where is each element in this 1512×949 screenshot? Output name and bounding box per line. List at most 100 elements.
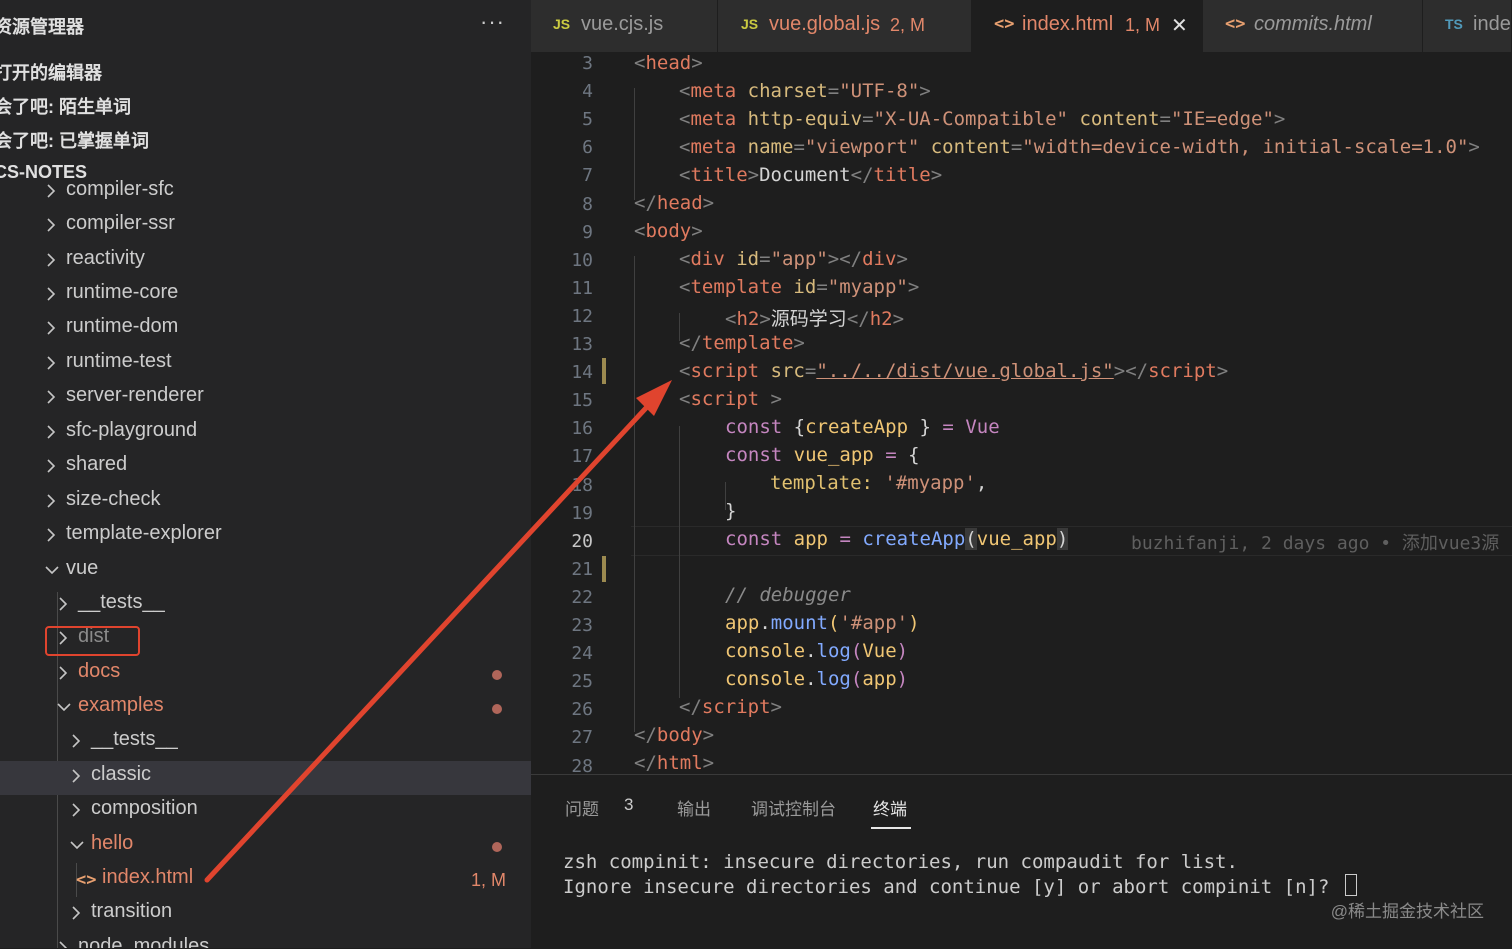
line-number: 3 bbox=[582, 53, 593, 74]
code-line: </html> bbox=[634, 752, 715, 774]
chevron-down-icon bbox=[69, 835, 84, 855]
explorer-sidebar: 资源管理器 ··· 打开的编辑器 会了吧: 陌生单词 会了吧: 已掌握单词 CS… bbox=[0, 0, 531, 948]
tree-item-label: template-explorer bbox=[66, 522, 222, 544]
line-number: 12 bbox=[571, 305, 593, 327]
tree-item-label: __tests__ bbox=[78, 591, 165, 613]
tree-item-size-check[interactable]: size-check bbox=[0, 486, 531, 520]
line-number: 13 bbox=[571, 334, 593, 355]
tab-label: index.html bbox=[1022, 13, 1114, 35]
dist-highlight-box bbox=[45, 626, 140, 656]
panel-tab-problems[interactable]: 问题 bbox=[565, 795, 599, 820]
code-line: <meta name="viewport" content="width=dev… bbox=[679, 136, 1480, 158]
tree-item-label: vue bbox=[66, 557, 99, 579]
line-number: 10 bbox=[571, 249, 593, 271]
tab-commits-html[interactable]: <> commits.html bbox=[1203, 0, 1423, 52]
code-line: template: '#myapp', bbox=[770, 472, 988, 494]
line-number: 24 bbox=[571, 643, 593, 665]
panel-tab-debug-console[interactable]: 调试控制台 bbox=[751, 795, 836, 820]
tree-item-runtime-core[interactable]: runtime-core bbox=[0, 279, 531, 313]
section-unknown-words[interactable]: 会了吧: 陌生单词 bbox=[0, 93, 131, 119]
tab-index-html[interactable]: <> index.html 1, M ✕ bbox=[972, 0, 1203, 52]
tab-label: vue.global.js bbox=[769, 13, 881, 35]
tree-item-runtime-test[interactable]: runtime-test bbox=[0, 348, 531, 382]
tree-item-label: docs bbox=[78, 660, 121, 682]
tab-index-ts[interactable]: TS inde bbox=[1423, 0, 1512, 52]
tree-item-sfc-playground[interactable]: sfc-playground bbox=[0, 417, 531, 451]
tab-vue-cjs[interactable]: JS vue.cjs.js bbox=[531, 0, 718, 52]
tree-item-server-renderer[interactable]: server-renderer bbox=[0, 382, 531, 416]
active-tab-indicator bbox=[871, 827, 911, 829]
line-number: 6 bbox=[582, 137, 593, 159]
tab-label: vue.cjs.js bbox=[581, 13, 664, 35]
code-line: } bbox=[725, 500, 737, 522]
chevron-right-icon bbox=[44, 491, 58, 511]
terminal-line[interactable]: Ignore insecure directories and continue… bbox=[563, 874, 1357, 898]
tree-item-transition[interactable]: transition bbox=[0, 898, 531, 932]
tree-item-composition[interactable]: composition bbox=[0, 795, 531, 829]
code-line: app.mount('#app') bbox=[725, 612, 920, 634]
html-file-icon: <> bbox=[994, 14, 1015, 34]
tree-item-hello[interactable]: hello bbox=[0, 830, 531, 864]
modified-dot-icon bbox=[492, 842, 502, 852]
line-number: 18 bbox=[571, 474, 593, 496]
close-icon[interactable]: ✕ bbox=[1171, 13, 1188, 38]
tree-item-examples[interactable]: examples bbox=[0, 692, 531, 726]
js-file-icon: JS bbox=[553, 16, 571, 32]
chevron-right-icon bbox=[56, 663, 70, 683]
tree-item-tests[interactable]: __tests__ bbox=[0, 726, 531, 760]
line-number: 17 bbox=[571, 446, 593, 468]
tree-item-shared[interactable]: shared bbox=[0, 451, 531, 485]
modified-dot-icon bbox=[492, 704, 502, 714]
tree-item-docs[interactable]: docs bbox=[0, 658, 531, 692]
tab-badge: 1, M bbox=[1125, 15, 1161, 35]
terminal-cursor bbox=[1344, 874, 1357, 896]
line-number: 26 bbox=[571, 699, 593, 721]
line-number: 14 bbox=[571, 362, 593, 384]
tab-vue-global[interactable]: JS vue.global.js 2, M bbox=[718, 0, 972, 52]
tree-item-label: examples bbox=[78, 694, 164, 716]
chevron-right-icon bbox=[44, 422, 58, 442]
tree-item-label: reactivity bbox=[66, 247, 145, 269]
tree-item-classic[interactable]: classic bbox=[0, 761, 531, 795]
tree-item-label: size-check bbox=[66, 488, 161, 510]
line-number: 8 bbox=[582, 193, 593, 215]
tree-item-tests[interactable]: __tests__ bbox=[0, 589, 531, 623]
code-editor[interactable]: 3 4 5 6 7 8 9 10 11 12 13 14 15 16 17 18 19 20 21 22 23 24 25 2… bbox=[531, 52, 1512, 774]
tree-item-index-html[interactable]: <> index.html 1, M bbox=[0, 864, 531, 898]
line-number: 5 bbox=[582, 109, 593, 131]
line-number: 7 bbox=[582, 165, 593, 187]
code-line: console.log(Vue) bbox=[725, 640, 909, 662]
line-number: 20 bbox=[571, 530, 593, 552]
tree-item-vue[interactable]: vue bbox=[0, 555, 531, 589]
tree-item-node-modules[interactable]: node_modules bbox=[0, 933, 531, 948]
tree-item-template-explorer[interactable]: template-explorer bbox=[0, 520, 531, 554]
tree-item-label: shared bbox=[66, 453, 128, 475]
explorer-title: 资源管理器 bbox=[0, 17, 84, 37]
tree-item-label: classic bbox=[91, 763, 152, 785]
more-actions-icon[interactable]: ··· bbox=[480, 9, 505, 35]
indent-guide bbox=[634, 256, 635, 732]
section-open-editors[interactable]: 打开的编辑器 bbox=[0, 59, 102, 85]
chevron-down-icon bbox=[44, 560, 59, 580]
section-known-words[interactable]: 会了吧: 已掌握单词 bbox=[0, 127, 149, 153]
tree-item-label: node_modules bbox=[78, 935, 210, 948]
panel-tab-output[interactable]: 输出 bbox=[677, 795, 711, 820]
watermark: @稀土掘金技术社区 bbox=[1330, 902, 1484, 921]
tree-item-reactivity[interactable]: reactivity bbox=[0, 245, 531, 279]
js-file-icon: JS bbox=[741, 16, 759, 32]
script-src-link[interactable]: "../../dist/vue.global.js" bbox=[816, 360, 1113, 382]
chevron-right-icon bbox=[44, 250, 58, 270]
tree-item-compiler-ssr[interactable]: compiler-ssr bbox=[0, 210, 531, 244]
code-line: <template id="myapp"> bbox=[679, 276, 920, 298]
tab-badge: 2, M bbox=[890, 15, 926, 35]
code-line: <title>Document</title> bbox=[679, 164, 943, 186]
tree-item-label: runtime-dom bbox=[66, 315, 179, 337]
code-line: <script > bbox=[679, 388, 782, 410]
code-line: <head> bbox=[634, 52, 703, 74]
tree-item-runtime-dom[interactable]: runtime-dom bbox=[0, 313, 531, 347]
html-file-icon: <> bbox=[1225, 14, 1246, 34]
indent-guide bbox=[634, 88, 635, 200]
tree-item-compiler-sfc[interactable]: compiler-sfc bbox=[0, 176, 531, 210]
panel-tab-terminal[interactable]: 终端 bbox=[873, 795, 907, 820]
bottom-panel: 问题 3 输出 调试控制台 终端 zsh compinit: insecure … bbox=[531, 774, 1512, 949]
